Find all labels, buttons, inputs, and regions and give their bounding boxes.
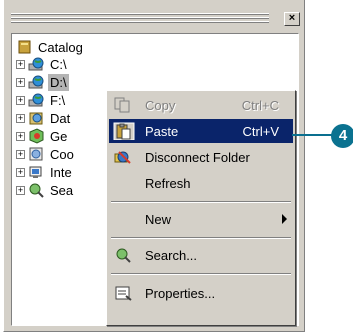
submenu-arrow-icon bbox=[282, 214, 287, 224]
tree-item-label: Inte bbox=[50, 164, 72, 180]
tree-item-d-drive[interactable]: + D:\ bbox=[16, 72, 69, 92]
tree-item-database[interactable]: + Dat bbox=[16, 108, 72, 128]
tree-item-f-drive[interactable]: + F:\ bbox=[16, 90, 67, 110]
expand-icon[interactable]: + bbox=[16, 95, 25, 105]
menu-item-label: Refresh bbox=[145, 175, 191, 191]
expand-icon[interactable]: + bbox=[16, 167, 25, 177]
menu-separator bbox=[111, 237, 291, 239]
menu-item-label: New bbox=[145, 211, 172, 227]
new-icon bbox=[113, 210, 135, 228]
callout-line bbox=[292, 134, 336, 136]
paste-icon bbox=[113, 122, 135, 141]
expand-icon[interactable]: + bbox=[16, 185, 25, 195]
menu-item-label: Paste bbox=[145, 123, 179, 139]
menu-shortcut: Ctrl+C bbox=[241, 97, 279, 113]
tree-item-c-drive[interactable]: + C:\ bbox=[16, 54, 69, 74]
expand-icon[interactable]: + bbox=[16, 113, 25, 123]
context-menu: Copy Ctrl+C Paste Ctrl+V Disconnect Fold… bbox=[106, 90, 296, 326]
database-icon bbox=[28, 110, 45, 126]
tree-root-label: Catalog bbox=[38, 39, 83, 55]
search-results-icon bbox=[28, 182, 45, 198]
geocoding-icon bbox=[28, 128, 45, 144]
copy-icon bbox=[113, 96, 135, 114]
menu-item-label: Copy bbox=[145, 97, 176, 113]
step-callout-badge: 4 bbox=[331, 124, 353, 148]
tree-item-search-results[interactable]: + Sea bbox=[16, 180, 75, 200]
expand-icon[interactable]: + bbox=[16, 149, 25, 159]
properties-icon bbox=[113, 284, 135, 302]
refresh-icon bbox=[113, 174, 135, 192]
drive-globe-icon bbox=[28, 74, 45, 90]
drive-globe-icon bbox=[28, 92, 45, 108]
menu-item-copy[interactable]: Copy Ctrl+C bbox=[109, 93, 293, 117]
tree-item-internet[interactable]: + Inte bbox=[16, 162, 74, 182]
expand-icon[interactable]: + bbox=[16, 59, 25, 69]
menu-item-paste[interactable]: Paste Ctrl+V bbox=[109, 119, 293, 143]
tree-item-label: C:\ bbox=[50, 56, 67, 72]
menu-separator bbox=[111, 273, 291, 275]
catalog-panel: × Catalog + C:\ + D:\ + F:\ + Dat + Ge +… bbox=[3, 0, 305, 332]
menu-shortcut: Ctrl+V bbox=[242, 123, 279, 139]
internet-server-icon bbox=[28, 164, 45, 180]
expand-icon[interactable]: + bbox=[16, 77, 25, 87]
menu-item-new[interactable]: New bbox=[109, 207, 293, 231]
menu-item-refresh[interactable]: Refresh bbox=[109, 171, 293, 195]
catalog-icon bbox=[16, 39, 33, 55]
menu-item-disconnect-folder[interactable]: Disconnect Folder bbox=[109, 145, 293, 169]
menu-item-properties[interactable]: Properties... bbox=[109, 281, 293, 305]
menu-separator bbox=[111, 201, 291, 203]
panel-titlebar[interactable]: × bbox=[9, 12, 300, 28]
drive-globe-icon bbox=[28, 56, 45, 72]
tree-item-label: Coo bbox=[50, 146, 74, 162]
tree-item-label: Dat bbox=[50, 110, 71, 126]
coordinate-icon bbox=[28, 146, 45, 162]
expand-icon[interactable]: + bbox=[16, 131, 25, 141]
menu-item-label: Disconnect Folder bbox=[145, 149, 250, 165]
tree-item-label: Sea bbox=[50, 182, 74, 198]
tree-item-label: D:\ bbox=[48, 73, 69, 91]
menu-item-label: Properties... bbox=[145, 285, 216, 301]
tree-item-label: Ge bbox=[50, 128, 68, 144]
disconnect-folder-icon bbox=[113, 148, 135, 166]
menu-item-label: Search... bbox=[145, 247, 198, 263]
menu-item-search[interactable]: Search... bbox=[109, 243, 293, 267]
tree-item-coordinate[interactable]: + Coo bbox=[16, 144, 76, 164]
drag-grip[interactable] bbox=[11, 13, 269, 25]
tree-item-geocoding[interactable]: + Ge bbox=[16, 126, 69, 146]
close-button[interactable]: × bbox=[284, 12, 300, 26]
tree-item-label: F:\ bbox=[50, 92, 66, 108]
search-icon bbox=[113, 246, 135, 264]
